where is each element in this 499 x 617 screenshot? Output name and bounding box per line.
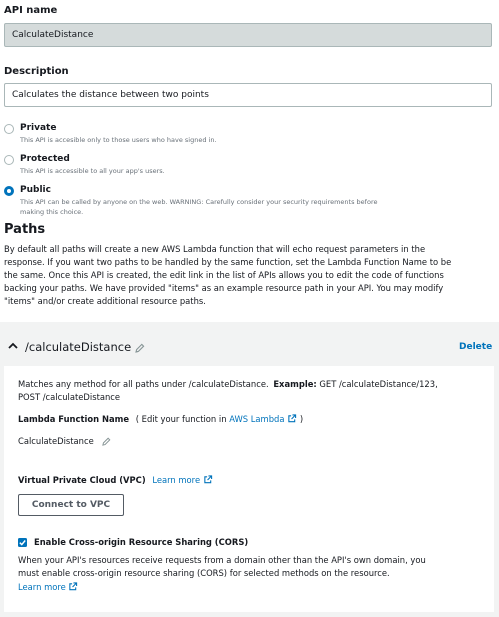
match-description: Matches any method for all paths under /… (18, 378, 488, 404)
pencil-icon[interactable] (135, 343, 145, 353)
cors-learn-more-row: Learn more (18, 581, 78, 594)
aws-lambda-link[interactable]: AWS Lambda (229, 414, 284, 424)
delete-resource-link[interactable]: Delete (459, 342, 492, 352)
api-name-input[interactable]: CalculateDistance (4, 23, 492, 47)
cors-learn-more-link[interactable]: Learn more (18, 582, 66, 592)
paths-description-line: the same. Once this API is created, the … (4, 270, 444, 280)
private-radio-title: Private (20, 123, 57, 133)
cors-label: Enable Cross-origin Resource Sharing (CO… (34, 537, 249, 547)
vpc-row: Virtual Private Cloud (VPC) Learn more (18, 474, 213, 487)
checkmark-icon (19, 540, 26, 546)
external-link-icon[interactable] (203, 475, 213, 484)
example-line2: POST /calculateDistance (18, 392, 121, 402)
pencil-icon[interactable] (102, 437, 111, 446)
paths-description-line: "items" and/or create additional resourc… (4, 296, 206, 306)
paths-description: By default all paths will create a new A… (4, 243, 496, 308)
public-radio[interactable] (4, 186, 14, 196)
vpc-learn-more-link[interactable]: Learn more (152, 475, 200, 485)
example-label: Example: (273, 379, 317, 389)
chevron-up-icon[interactable] (8, 341, 18, 351)
protected-radio-title: Protected (20, 154, 70, 164)
protected-radio-description: This API is accessible to all your app's… (20, 167, 165, 175)
cors-description-line: must enable cross-origin resource sharin… (18, 568, 390, 578)
cors-checkbox[interactable] (18, 538, 27, 547)
external-link-icon[interactable] (68, 582, 78, 591)
protected-radio[interactable] (4, 155, 14, 165)
cors-description-line: When your API's resources receive reques… (18, 555, 426, 565)
private-radio-description: This API is accesible only to those user… (20, 136, 217, 144)
public-radio-description-line1: This API can be called by anyone on the … (20, 198, 378, 206)
lambda-function-value: CalculateDistance (18, 436, 94, 446)
lambda-hint-suffix: ) (299, 414, 304, 424)
description-input[interactable]: Calculates the distance between two poin… (4, 83, 492, 107)
lambda-function-label: Lambda Function Name (18, 414, 130, 424)
cors-description: When your API's resources receive reques… (18, 554, 490, 580)
vpc-label: Virtual Private Cloud (VPC) (18, 475, 146, 485)
lambda-row: Lambda Function Name ( Edit your functio… (18, 413, 303, 426)
description-label: Description (4, 66, 69, 77)
private-radio[interactable] (4, 124, 14, 134)
resource-path-title: /calculateDistance (25, 340, 132, 354)
example-text: GET /calculateDistance/123, (319, 379, 438, 389)
match-text: Matches any method for all paths under /… (18, 379, 269, 389)
api-name-label: API name (4, 5, 58, 16)
paths-description-line: backing your paths. We have provided "it… (4, 283, 444, 293)
match-line: Matches any method for all paths under /… (18, 378, 488, 391)
paths-title: Paths (4, 222, 46, 237)
public-radio-description-line2: making this choice. (20, 208, 84, 216)
external-link-icon[interactable] (287, 414, 297, 423)
public-radio-title: Public (20, 185, 51, 195)
connect-to-vpc-button[interactable]: Connect to VPC (18, 494, 124, 516)
paths-description-line: response. If you want two paths to be ha… (4, 257, 452, 267)
paths-description-line: By default all paths will create a new A… (4, 244, 426, 254)
lambda-hint-prefix: ( Edit your function in (135, 414, 227, 424)
